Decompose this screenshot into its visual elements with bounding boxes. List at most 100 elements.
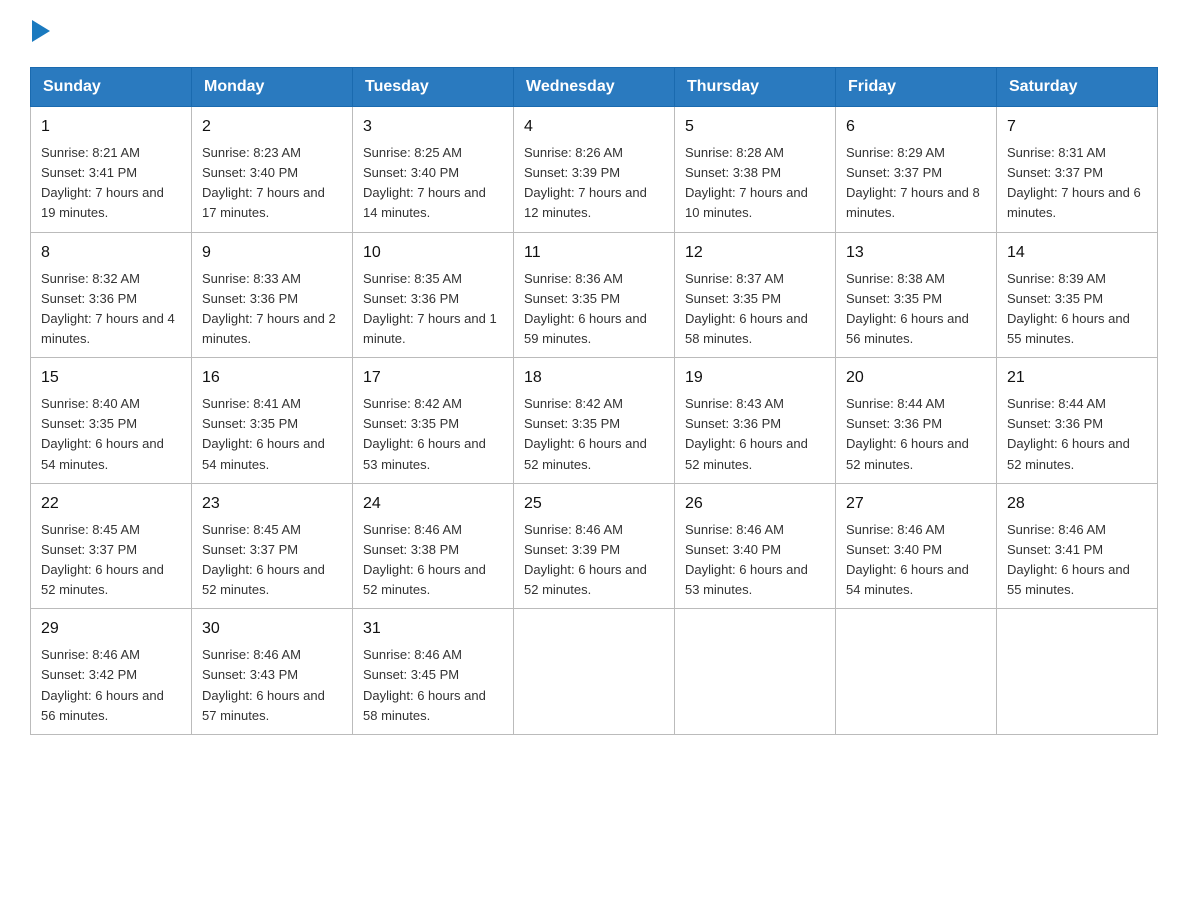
week-row-5: 29 Sunrise: 8:46 AMSunset: 3:42 PMDaylig… <box>31 609 1158 735</box>
logo-arrow-icon <box>32 20 50 47</box>
day-number: 6 <box>846 115 986 139</box>
calendar-cell <box>997 609 1158 735</box>
day-number: 8 <box>41 241 181 265</box>
day-info: Sunrise: 8:29 AMSunset: 3:37 PMDaylight:… <box>846 145 980 220</box>
day-info: Sunrise: 8:45 AMSunset: 3:37 PMDaylight:… <box>41 522 164 597</box>
day-info: Sunrise: 8:35 AMSunset: 3:36 PMDaylight:… <box>363 271 497 346</box>
calendar-cell: 4 Sunrise: 8:26 AMSunset: 3:39 PMDayligh… <box>514 107 675 233</box>
column-header-wednesday: Wednesday <box>514 68 675 107</box>
calendar-cell <box>514 609 675 735</box>
day-info: Sunrise: 8:39 AMSunset: 3:35 PMDaylight:… <box>1007 271 1130 346</box>
calendar-cell: 10 Sunrise: 8:35 AMSunset: 3:36 PMDaylig… <box>353 232 514 358</box>
day-info: Sunrise: 8:46 AMSunset: 3:41 PMDaylight:… <box>1007 522 1130 597</box>
calendar-cell: 26 Sunrise: 8:46 AMSunset: 3:40 PMDaylig… <box>675 483 836 609</box>
day-info: Sunrise: 8:21 AMSunset: 3:41 PMDaylight:… <box>41 145 164 220</box>
column-header-monday: Monday <box>192 68 353 107</box>
calendar-header-row: SundayMondayTuesdayWednesdayThursdayFrid… <box>31 68 1158 107</box>
day-info: Sunrise: 8:46 AMSunset: 3:43 PMDaylight:… <box>202 647 325 722</box>
day-info: Sunrise: 8:42 AMSunset: 3:35 PMDaylight:… <box>363 396 486 471</box>
day-number: 27 <box>846 492 986 516</box>
calendar-cell: 30 Sunrise: 8:46 AMSunset: 3:43 PMDaylig… <box>192 609 353 735</box>
calendar-cell: 1 Sunrise: 8:21 AMSunset: 3:41 PMDayligh… <box>31 107 192 233</box>
calendar-cell: 7 Sunrise: 8:31 AMSunset: 3:37 PMDayligh… <box>997 107 1158 233</box>
calendar-cell: 9 Sunrise: 8:33 AMSunset: 3:36 PMDayligh… <box>192 232 353 358</box>
day-number: 11 <box>524 241 664 265</box>
calendar-cell: 13 Sunrise: 8:38 AMSunset: 3:35 PMDaylig… <box>836 232 997 358</box>
column-header-sunday: Sunday <box>31 68 192 107</box>
day-number: 2 <box>202 115 342 139</box>
calendar-cell: 16 Sunrise: 8:41 AMSunset: 3:35 PMDaylig… <box>192 358 353 484</box>
calendar-cell: 17 Sunrise: 8:42 AMSunset: 3:35 PMDaylig… <box>353 358 514 484</box>
day-number: 16 <box>202 366 342 390</box>
column-header-thursday: Thursday <box>675 68 836 107</box>
calendar-cell: 14 Sunrise: 8:39 AMSunset: 3:35 PMDaylig… <box>997 232 1158 358</box>
day-info: Sunrise: 8:23 AMSunset: 3:40 PMDaylight:… <box>202 145 325 220</box>
day-number: 1 <box>41 115 181 139</box>
day-number: 13 <box>846 241 986 265</box>
calendar-cell: 29 Sunrise: 8:46 AMSunset: 3:42 PMDaylig… <box>31 609 192 735</box>
calendar-cell: 21 Sunrise: 8:44 AMSunset: 3:36 PMDaylig… <box>997 358 1158 484</box>
calendar-cell: 28 Sunrise: 8:46 AMSunset: 3:41 PMDaylig… <box>997 483 1158 609</box>
week-row-4: 22 Sunrise: 8:45 AMSunset: 3:37 PMDaylig… <box>31 483 1158 609</box>
day-info: Sunrise: 8:28 AMSunset: 3:38 PMDaylight:… <box>685 145 808 220</box>
calendar-cell: 2 Sunrise: 8:23 AMSunset: 3:40 PMDayligh… <box>192 107 353 233</box>
day-number: 19 <box>685 366 825 390</box>
calendar-cell: 8 Sunrise: 8:32 AMSunset: 3:36 PMDayligh… <box>31 232 192 358</box>
calendar-table: SundayMondayTuesdayWednesdayThursdayFrid… <box>30 67 1158 735</box>
day-number: 22 <box>41 492 181 516</box>
day-info: Sunrise: 8:31 AMSunset: 3:37 PMDaylight:… <box>1007 145 1141 220</box>
day-number: 7 <box>1007 115 1147 139</box>
calendar-cell: 18 Sunrise: 8:42 AMSunset: 3:35 PMDaylig… <box>514 358 675 484</box>
day-number: 18 <box>524 366 664 390</box>
day-number: 5 <box>685 115 825 139</box>
calendar-cell: 11 Sunrise: 8:36 AMSunset: 3:35 PMDaylig… <box>514 232 675 358</box>
day-number: 17 <box>363 366 503 390</box>
day-info: Sunrise: 8:33 AMSunset: 3:36 PMDaylight:… <box>202 271 336 346</box>
day-number: 31 <box>363 617 503 641</box>
calendar-cell <box>675 609 836 735</box>
day-number: 10 <box>363 241 503 265</box>
day-number: 28 <box>1007 492 1147 516</box>
day-number: 20 <box>846 366 986 390</box>
calendar-cell: 27 Sunrise: 8:46 AMSunset: 3:40 PMDaylig… <box>836 483 997 609</box>
day-info: Sunrise: 8:46 AMSunset: 3:40 PMDaylight:… <box>685 522 808 597</box>
day-number: 26 <box>685 492 825 516</box>
column-header-saturday: Saturday <box>997 68 1158 107</box>
calendar-cell: 23 Sunrise: 8:45 AMSunset: 3:37 PMDaylig… <box>192 483 353 609</box>
calendar-cell: 19 Sunrise: 8:43 AMSunset: 3:36 PMDaylig… <box>675 358 836 484</box>
calendar-cell: 5 Sunrise: 8:28 AMSunset: 3:38 PMDayligh… <box>675 107 836 233</box>
day-number: 25 <box>524 492 664 516</box>
day-number: 12 <box>685 241 825 265</box>
day-info: Sunrise: 8:46 AMSunset: 3:38 PMDaylight:… <box>363 522 486 597</box>
page-header <box>30 20 1158 47</box>
day-info: Sunrise: 8:44 AMSunset: 3:36 PMDaylight:… <box>846 396 969 471</box>
column-header-tuesday: Tuesday <box>353 68 514 107</box>
day-info: Sunrise: 8:32 AMSunset: 3:36 PMDaylight:… <box>41 271 175 346</box>
day-number: 4 <box>524 115 664 139</box>
column-header-friday: Friday <box>836 68 997 107</box>
day-info: Sunrise: 8:45 AMSunset: 3:37 PMDaylight:… <box>202 522 325 597</box>
day-info: Sunrise: 8:46 AMSunset: 3:42 PMDaylight:… <box>41 647 164 722</box>
day-info: Sunrise: 8:42 AMSunset: 3:35 PMDaylight:… <box>524 396 647 471</box>
day-number: 21 <box>1007 366 1147 390</box>
day-info: Sunrise: 8:46 AMSunset: 3:45 PMDaylight:… <box>363 647 486 722</box>
day-info: Sunrise: 8:46 AMSunset: 3:39 PMDaylight:… <box>524 522 647 597</box>
day-number: 29 <box>41 617 181 641</box>
calendar-cell: 31 Sunrise: 8:46 AMSunset: 3:45 PMDaylig… <box>353 609 514 735</box>
day-info: Sunrise: 8:46 AMSunset: 3:40 PMDaylight:… <box>846 522 969 597</box>
day-info: Sunrise: 8:38 AMSunset: 3:35 PMDaylight:… <box>846 271 969 346</box>
day-info: Sunrise: 8:40 AMSunset: 3:35 PMDaylight:… <box>41 396 164 471</box>
calendar-cell: 25 Sunrise: 8:46 AMSunset: 3:39 PMDaylig… <box>514 483 675 609</box>
day-info: Sunrise: 8:36 AMSunset: 3:35 PMDaylight:… <box>524 271 647 346</box>
day-info: Sunrise: 8:43 AMSunset: 3:36 PMDaylight:… <box>685 396 808 471</box>
day-number: 14 <box>1007 241 1147 265</box>
calendar-cell: 24 Sunrise: 8:46 AMSunset: 3:38 PMDaylig… <box>353 483 514 609</box>
day-number: 24 <box>363 492 503 516</box>
week-row-2: 8 Sunrise: 8:32 AMSunset: 3:36 PMDayligh… <box>31 232 1158 358</box>
calendar-cell <box>836 609 997 735</box>
day-number: 30 <box>202 617 342 641</box>
day-number: 9 <box>202 241 342 265</box>
day-info: Sunrise: 8:44 AMSunset: 3:36 PMDaylight:… <box>1007 396 1130 471</box>
logo <box>30 20 50 47</box>
day-info: Sunrise: 8:26 AMSunset: 3:39 PMDaylight:… <box>524 145 647 220</box>
